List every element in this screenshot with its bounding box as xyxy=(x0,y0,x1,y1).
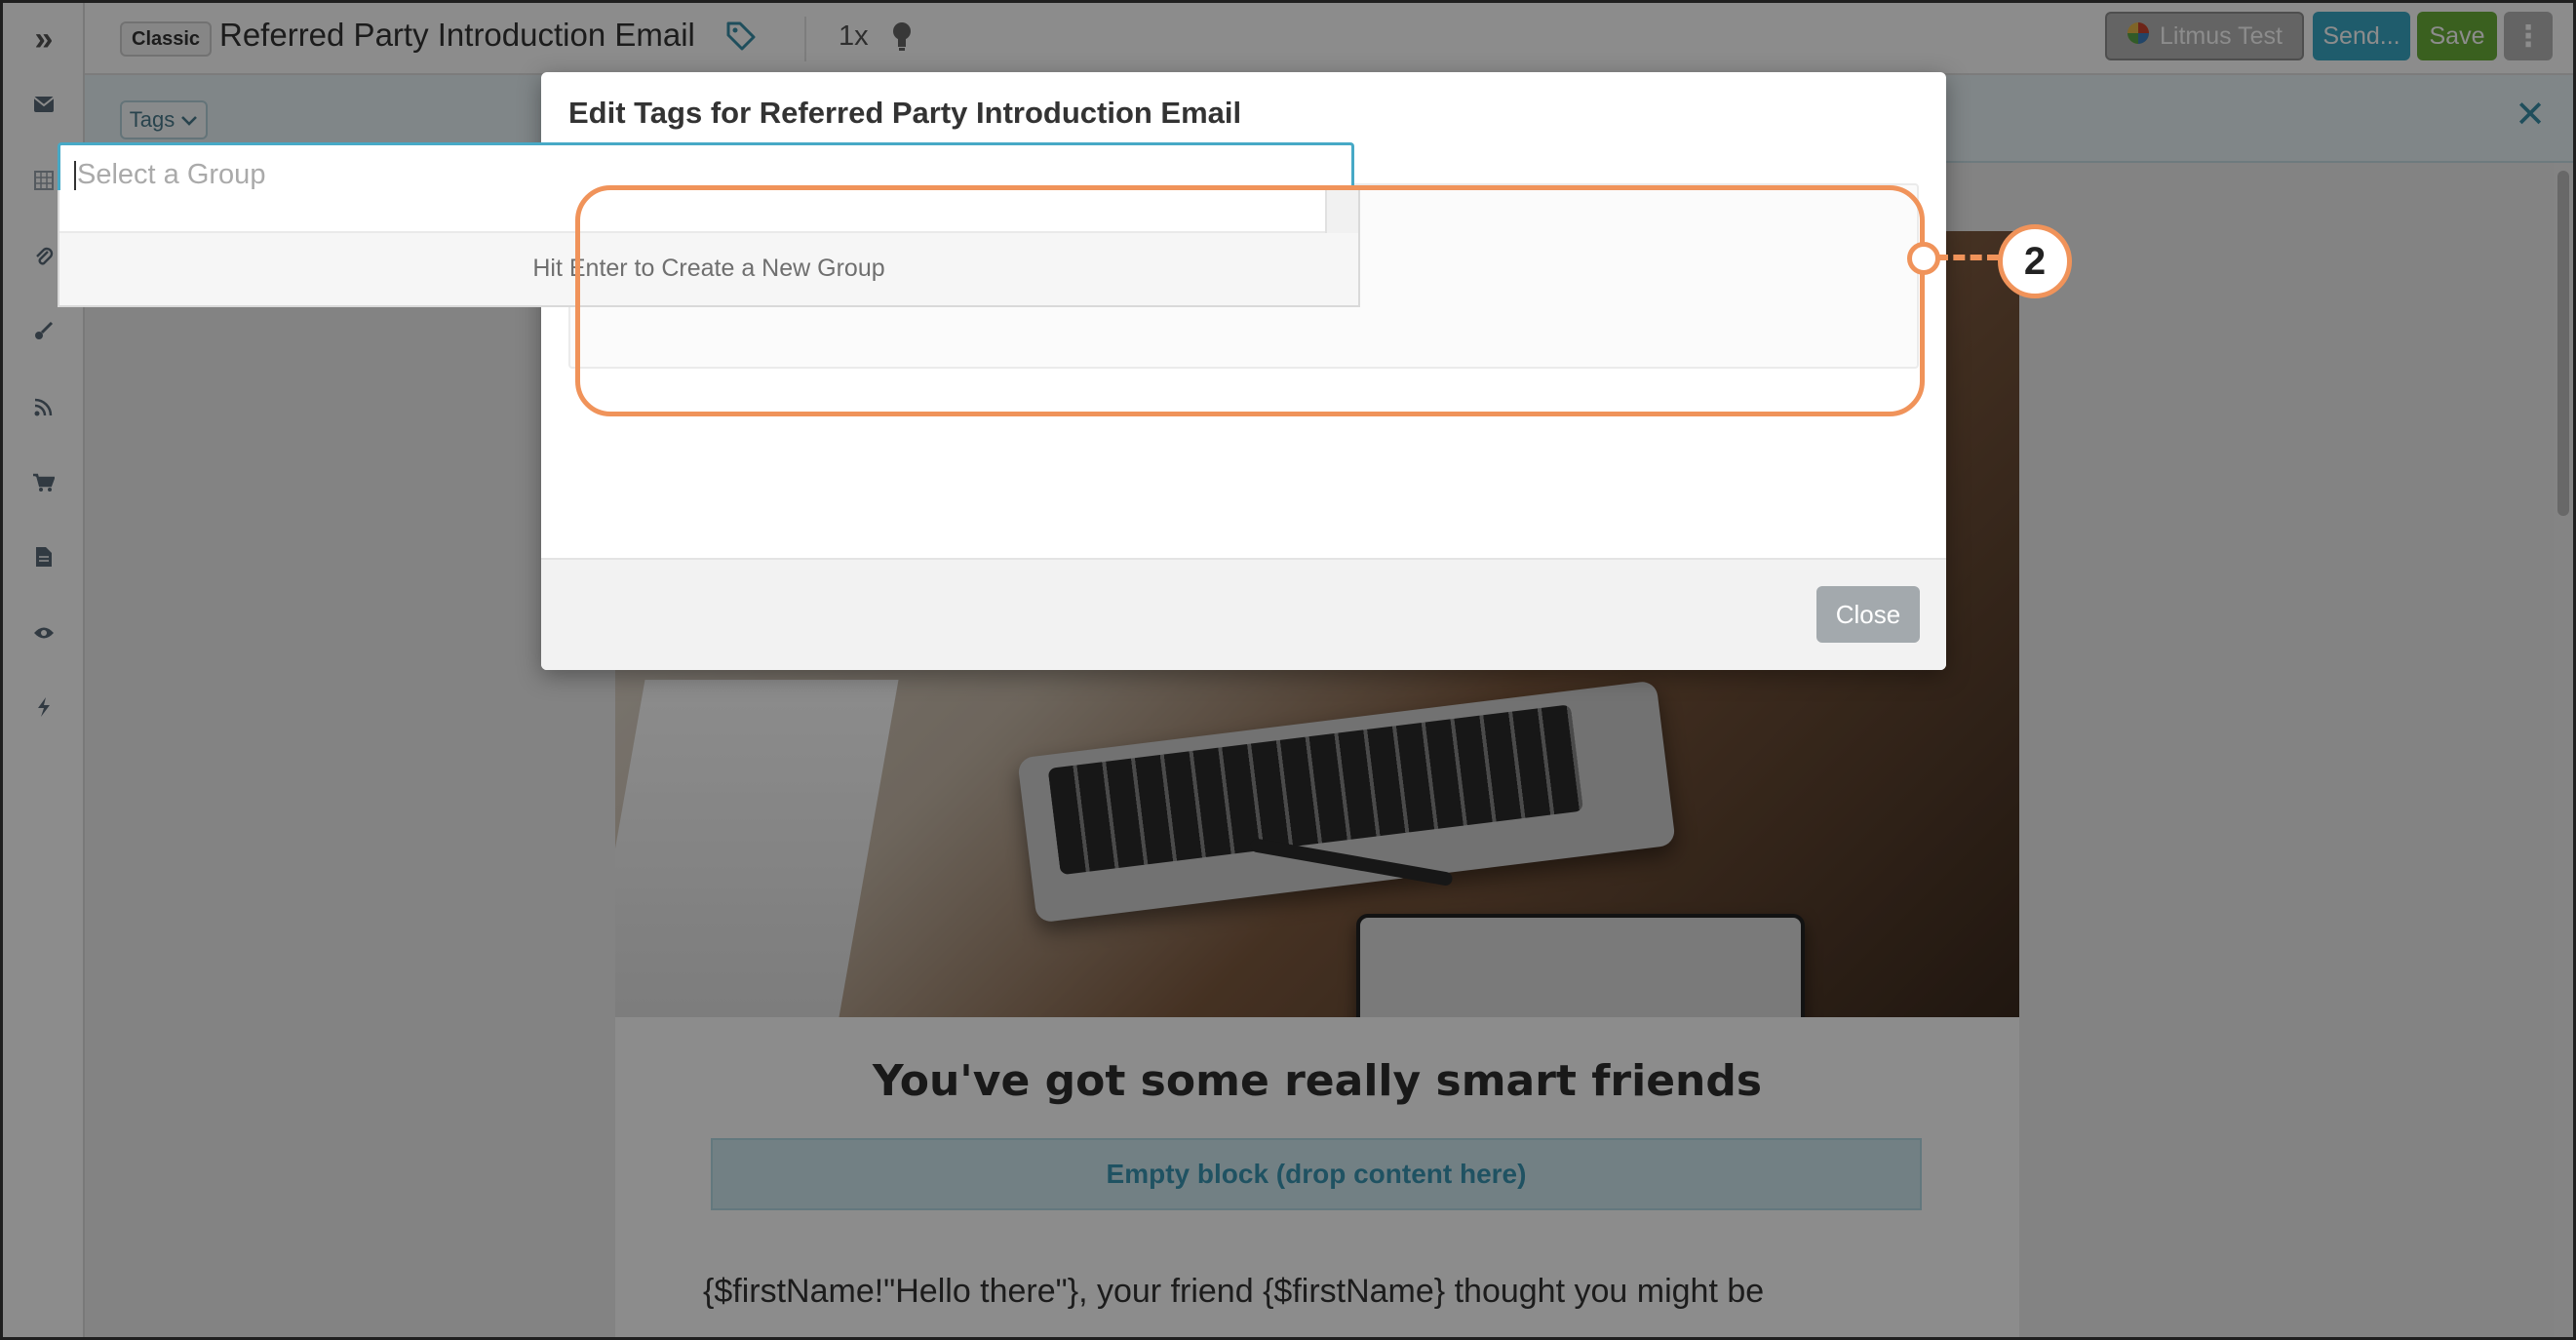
annotation-anchor-dot xyxy=(1907,242,1940,275)
modal-footer: Close xyxy=(541,558,1946,670)
text-cursor xyxy=(74,161,76,191)
annotation-highlight xyxy=(575,185,1925,416)
app-window: » Classic Referred Party Introduction Em… xyxy=(0,0,2576,1340)
annotation-connector xyxy=(1936,255,1999,260)
step-number-badge: 2 xyxy=(1998,224,2072,298)
modal-title: Edit Tags for Referred Party Introductio… xyxy=(568,96,1242,130)
close-button[interactable]: Close xyxy=(1816,586,1920,643)
select-group-placeholder: Select a Group xyxy=(77,159,266,190)
